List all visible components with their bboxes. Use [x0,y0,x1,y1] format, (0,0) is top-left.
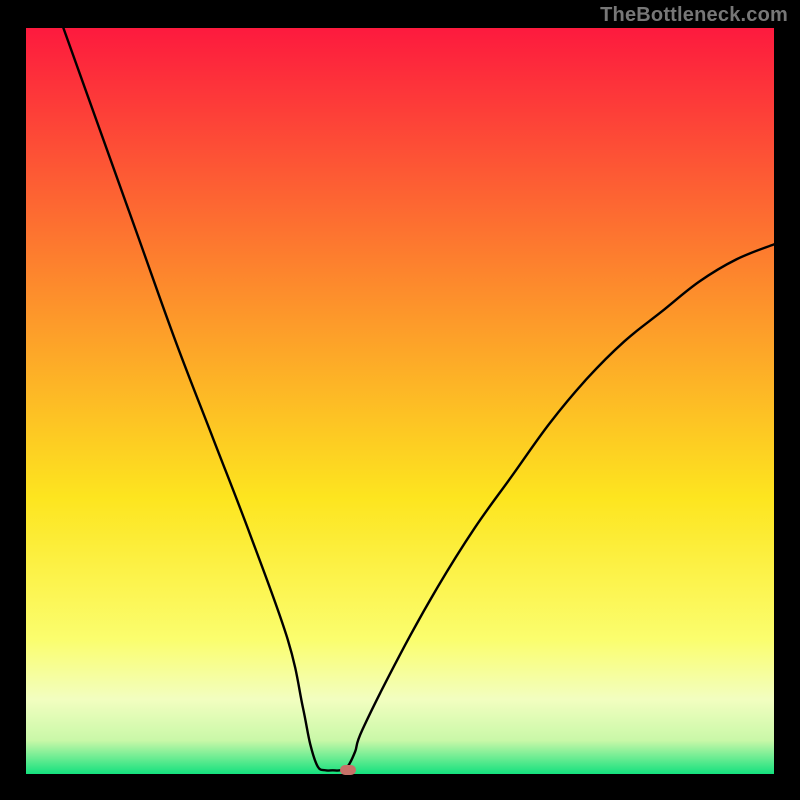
optimal-point-marker [340,765,356,775]
plot-svg [26,28,774,774]
watermark-text: TheBottleneck.com [600,4,788,27]
chart-frame: TheBottleneck.com [0,0,800,800]
plot-area [26,28,774,774]
gradient-background [26,28,774,774]
